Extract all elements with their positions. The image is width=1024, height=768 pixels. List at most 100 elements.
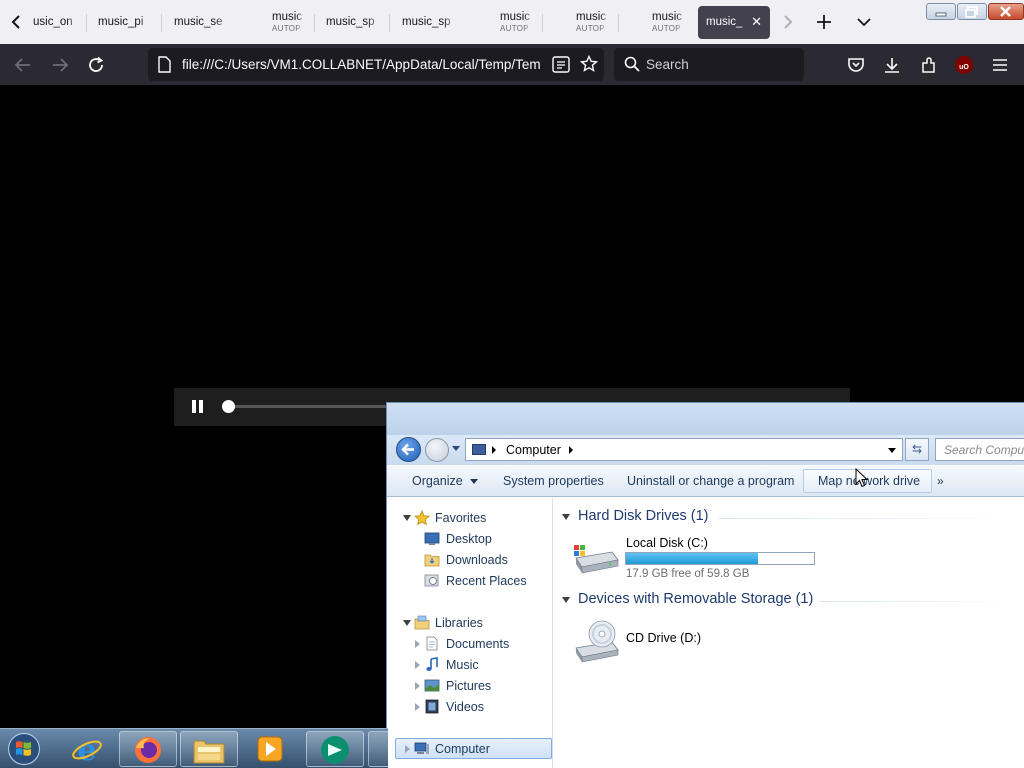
recent-pages-dropdown-icon[interactable] xyxy=(452,446,460,451)
downloads-icon[interactable] xyxy=(883,56,901,74)
nav-documents[interactable]: Documents xyxy=(414,634,544,654)
expand-icon[interactable] xyxy=(415,703,420,711)
pause-icon[interactable] xyxy=(192,400,204,413)
browser-tab[interactable]: music_pi xyxy=(98,6,156,39)
list-all-tabs-icon[interactable] xyxy=(856,14,872,34)
nav-documents-label: Documents xyxy=(446,637,510,651)
organize-label: Organize xyxy=(412,474,463,488)
taskbar-windows-explorer[interactable] xyxy=(180,731,238,767)
restore-button[interactable] xyxy=(957,3,987,20)
browser-tab[interactable]: music_sp xyxy=(326,6,384,39)
expand-icon[interactable] xyxy=(415,682,420,690)
browser-tab[interactable]: music AUTOP xyxy=(652,6,686,39)
recent-places-icon xyxy=(424,573,440,588)
expand-icon[interactable] xyxy=(415,661,420,669)
web-search-field[interactable]: Search xyxy=(614,48,804,81)
tab-title: music xyxy=(576,11,607,23)
back-icon[interactable] xyxy=(14,56,32,74)
url-text[interactable]: file:///C:/Users/VM1.COLLABNET/AppData/L… xyxy=(182,57,542,72)
explorer-command-bar: Organize System properties Uninstall or … xyxy=(387,465,1024,497)
explorer-address-bar[interactable]: Computer xyxy=(465,438,903,461)
collapse-icon[interactable] xyxy=(562,514,570,520)
expand-icon[interactable] xyxy=(405,745,410,753)
extensions-icon[interactable] xyxy=(920,56,938,74)
drive-c[interactable]: Local Disk (C:) 17.9 GB free of 59.8 GB xyxy=(569,532,819,580)
drive-c-usage-fill xyxy=(626,553,758,564)
nav-pictures-label: Pictures xyxy=(446,679,492,693)
browser-tab[interactable]: music_se xyxy=(174,6,232,39)
nav-recent-places[interactable]: Recent Places xyxy=(424,571,549,591)
svg-text:e: e xyxy=(77,733,96,765)
start-orb-icon[interactable] xyxy=(6,732,42,766)
taskbar-media-player[interactable] xyxy=(241,731,299,767)
explorer-back-button[interactable] xyxy=(396,437,421,462)
explorer-forward-button[interactable] xyxy=(425,438,449,462)
browser-tab[interactable]: music_sp xyxy=(402,6,460,39)
drive-d[interactable]: CD Drive (D:) xyxy=(569,616,769,666)
pocket-icon[interactable] xyxy=(847,56,865,74)
browser-tab-active[interactable]: music_ ✕ xyxy=(698,6,770,39)
reader-view-icon[interactable] xyxy=(552,56,570,78)
browser-tab[interactable]: usic_on xyxy=(33,6,81,39)
breadcrumb-arrow-icon[interactable] xyxy=(492,446,496,454)
pictures-icon xyxy=(424,678,440,693)
url-bar[interactable]: file:///C:/Users/VM1.COLLABNET/AppData/L… xyxy=(148,48,604,81)
map-network-drive-label: Map network drive xyxy=(818,474,921,488)
reload-icon[interactable] xyxy=(87,56,105,74)
ublock-origin-icon[interactable]: uO xyxy=(955,56,973,74)
browser-tab[interactable]: music AUTOP xyxy=(272,6,306,39)
taskbar-firefox[interactable] xyxy=(119,731,177,767)
drive-c-name: Local Disk (C:) xyxy=(626,536,708,550)
nav-videos[interactable]: Videos xyxy=(414,697,544,717)
tabs-scroll-right-icon[interactable] xyxy=(782,14,794,34)
drive-c-usage-bar xyxy=(625,552,815,565)
desktop-icon xyxy=(424,531,440,546)
tabs-scroll-left-icon[interactable] xyxy=(10,14,22,34)
group-hard-disk-drives[interactable]: Hard Disk Drives (1) xyxy=(562,508,1024,526)
address-dropdown-icon[interactable] xyxy=(888,448,896,453)
seek-knob[interactable] xyxy=(222,400,235,413)
taskbar-item-partial[interactable] xyxy=(368,731,390,767)
mouse-cursor-icon xyxy=(855,467,869,493)
browser-tab[interactable]: music AUTOP xyxy=(500,6,534,39)
breadcrumb-computer[interactable]: Computer xyxy=(506,443,561,457)
new-tab-icon[interactable] xyxy=(816,14,832,34)
uninstall-program-button[interactable]: Uninstall or change a program xyxy=(627,474,794,488)
minimize-button[interactable] xyxy=(926,3,956,20)
explorer-search-input[interactable]: Search Computer xyxy=(935,438,1024,461)
forward-icon[interactable] xyxy=(51,56,69,74)
nav-libraries[interactable]: Libraries xyxy=(403,613,544,633)
group-removable-label: Devices with Removable Storage (1) xyxy=(578,591,814,607)
collapse-icon[interactable] xyxy=(403,620,411,626)
collapse-icon[interactable] xyxy=(403,515,411,521)
media-player-icon xyxy=(257,736,283,767)
breadcrumb-arrow-icon[interactable] xyxy=(569,446,573,454)
explorer-title-bar[interactable] xyxy=(387,403,1024,435)
star-icon xyxy=(414,509,430,526)
close-window-button[interactable] xyxy=(988,3,1024,20)
browser-tab[interactable]: music AUTOP xyxy=(576,6,610,39)
nav-pictures[interactable]: Pictures xyxy=(414,676,544,696)
refresh-button[interactable]: ⇆ xyxy=(905,438,929,461)
app-menu-icon[interactable] xyxy=(991,56,1009,74)
taskbar-app[interactable] xyxy=(306,731,364,767)
close-tab-icon[interactable]: ✕ xyxy=(751,14,762,30)
bookmark-star-icon[interactable] xyxy=(579,54,599,78)
group-removable-storage[interactable]: Devices with Removable Storage (1) xyxy=(562,591,1024,609)
collapse-icon[interactable] xyxy=(562,597,570,603)
taskbar-internet-explorer[interactable]: e xyxy=(58,731,116,768)
nav-music[interactable]: Music xyxy=(414,655,544,675)
nav-libraries-label: Libraries xyxy=(435,616,483,630)
tab-title: music xyxy=(272,11,303,23)
system-properties-button[interactable]: System properties xyxy=(503,474,604,488)
tab-title: music xyxy=(500,11,531,23)
search-placeholder: Search xyxy=(646,57,689,72)
nav-desktop[interactable]: Desktop xyxy=(424,529,544,549)
nav-computer[interactable]: Computer xyxy=(404,739,544,759)
expand-icon[interactable] xyxy=(415,640,420,648)
nav-downloads[interactable]: Downloads xyxy=(424,550,544,570)
organize-button[interactable]: Organize xyxy=(412,474,479,488)
nav-favorites[interactable]: Favorites xyxy=(403,508,544,528)
more-commands-button[interactable]: » xyxy=(937,474,944,488)
file-page-icon xyxy=(157,56,171,78)
